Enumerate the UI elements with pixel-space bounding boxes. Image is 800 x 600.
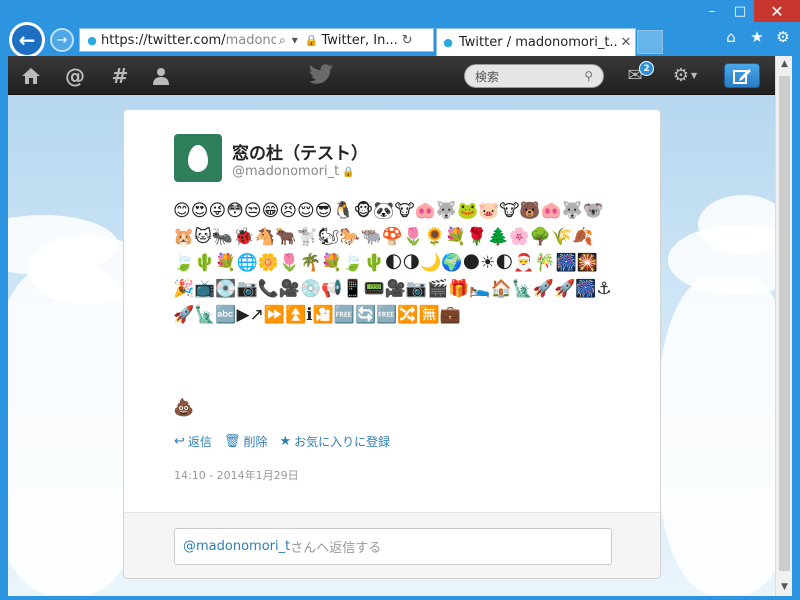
nav-me[interactable] xyxy=(146,56,176,95)
gear-icon: ⚙ xyxy=(672,64,689,86)
dm-count-badge: 2 xyxy=(639,61,654,76)
forward-button[interactable]: → xyxy=(50,28,74,52)
tweet-text: 😊😍😜😳😒😁😣😌😎🐧🐵🐼🐮🐽🐺🐸🐷🐮🐻🐽🐺🐨🐹🐱🐜🐞🐴🐂🐩🐿🐎🐃🍄🌷🌻💐🌹🌲🌸🌳… xyxy=(173,201,612,325)
window-controls: – □ ✕ xyxy=(698,0,800,22)
compose-tweet-button[interactable] xyxy=(724,63,760,88)
star-icon[interactable]: ★ xyxy=(748,28,766,46)
compose-icon xyxy=(733,68,751,84)
twitter-favicon-icon: ● xyxy=(87,33,97,47)
tweet-actions: ↩ 返信 🗑 削除 ★ お気に入りに登録 xyxy=(174,433,390,450)
twitter-favicon-icon: ● xyxy=(443,36,453,49)
reply-mention: @madonomori_t xyxy=(183,539,291,554)
search-icon[interactable]: ⚲ xyxy=(584,69,593,83)
favorite-button[interactable]: ★ お気に入りに登録 xyxy=(279,433,390,450)
scroll-down-icon[interactable]: ▼ xyxy=(776,579,793,596)
chevron-down-icon: ▼ xyxy=(690,70,698,80)
hash-icon: # xyxy=(111,63,129,88)
search-placeholder: 検索 xyxy=(475,69,500,84)
refresh-icon[interactable]: ↻ xyxy=(402,33,413,48)
page-scrollbar[interactable]: ▲ ▼ xyxy=(775,56,792,596)
search-icon[interactable]: ⌕ xyxy=(279,33,286,48)
twitter-topbar: @ # 検索 ⚲ ✉ 2 ⚙ ▼ xyxy=(8,56,775,95)
avatar[interactable] xyxy=(174,134,222,182)
egg-icon xyxy=(188,144,208,172)
tab-title: Twitter / madonomori_t... xyxy=(459,35,617,50)
user-icon xyxy=(153,67,169,85)
twitter-bird-icon[interactable] xyxy=(308,61,334,87)
lock-icon[interactable]: 🔒 xyxy=(305,34,319,47)
reply-button[interactable]: ↩ 返信 xyxy=(174,433,212,450)
nav-discover[interactable]: # xyxy=(105,56,135,95)
at-icon: @ xyxy=(65,63,85,88)
maximize-button[interactable]: □ xyxy=(726,0,754,22)
new-tab-button[interactable] xyxy=(637,30,663,54)
minimize-button[interactable]: – xyxy=(698,0,726,22)
browser-frame-bottom xyxy=(0,596,800,600)
reply-placeholder: さんへ返信する xyxy=(290,541,382,556)
reply-area: @madonomori_t さんへ返信する xyxy=(124,512,660,578)
address-bar[interactable]: ● https://twitter.com/madonom ⌕ ▾ 🔒 Twit… xyxy=(79,28,434,52)
close-tab-icon[interactable]: ✕ xyxy=(617,35,635,50)
forward-arrow-icon: → xyxy=(56,32,68,48)
tweet-text-last-line: 💩 xyxy=(173,398,195,418)
search-input[interactable]: 検索 ⚲ xyxy=(464,64,604,88)
tweet-timestamp[interactable]: 14:10 - 2014年1月29日 xyxy=(174,467,299,483)
browser-toolbar-icons: ⌂ ★ ⚙ xyxy=(722,28,792,46)
display-name[interactable]: 窓の杜（テスト） xyxy=(232,139,368,164)
browser-frame-left xyxy=(0,56,8,600)
back-arrow-icon: ← xyxy=(12,25,42,55)
protected-lock-icon: 🔒 xyxy=(342,167,355,178)
browser-frame-right xyxy=(792,56,800,600)
close-window-button[interactable]: ✕ xyxy=(754,0,800,22)
scroll-up-icon[interactable]: ▲ xyxy=(776,56,793,73)
reply-input[interactable]: @madonomori_t さんへ返信する xyxy=(174,528,612,565)
site-identity-label[interactable]: Twitter, In... xyxy=(321,33,397,48)
trash-icon: 🗑 xyxy=(223,434,241,449)
home-icon xyxy=(22,67,40,84)
back-button[interactable]: ← xyxy=(9,22,45,58)
tab-twitter[interactable]: ● Twitter / madonomori_t... ✕ xyxy=(436,28,636,56)
nav-home[interactable] xyxy=(16,56,46,95)
screen-name[interactable]: @madonomori_t 🔒 xyxy=(232,164,355,179)
nav-connect[interactable]: @ xyxy=(60,56,90,95)
gear-icon[interactable]: ⚙ xyxy=(774,28,792,46)
settings-menu-button[interactable]: ⚙ ▼ xyxy=(668,64,702,86)
scrollbar-thumb[interactable] xyxy=(779,76,790,571)
address-url[interactable]: https://twitter.com/madonom xyxy=(101,33,276,48)
tweet-permalink-card: 窓の杜（テスト） @madonomori_t 🔒 😊😍😜😳😒😁😣😌😎🐧🐵🐼🐮🐽🐺🐸… xyxy=(123,109,661,579)
star-icon: ★ xyxy=(279,434,292,449)
home-icon[interactable]: ⌂ xyxy=(722,28,740,46)
reply-icon: ↩ xyxy=(174,434,185,449)
dropdown-icon[interactable]: ▾ xyxy=(292,33,298,47)
delete-button[interactable]: 🗑 削除 xyxy=(224,433,268,450)
